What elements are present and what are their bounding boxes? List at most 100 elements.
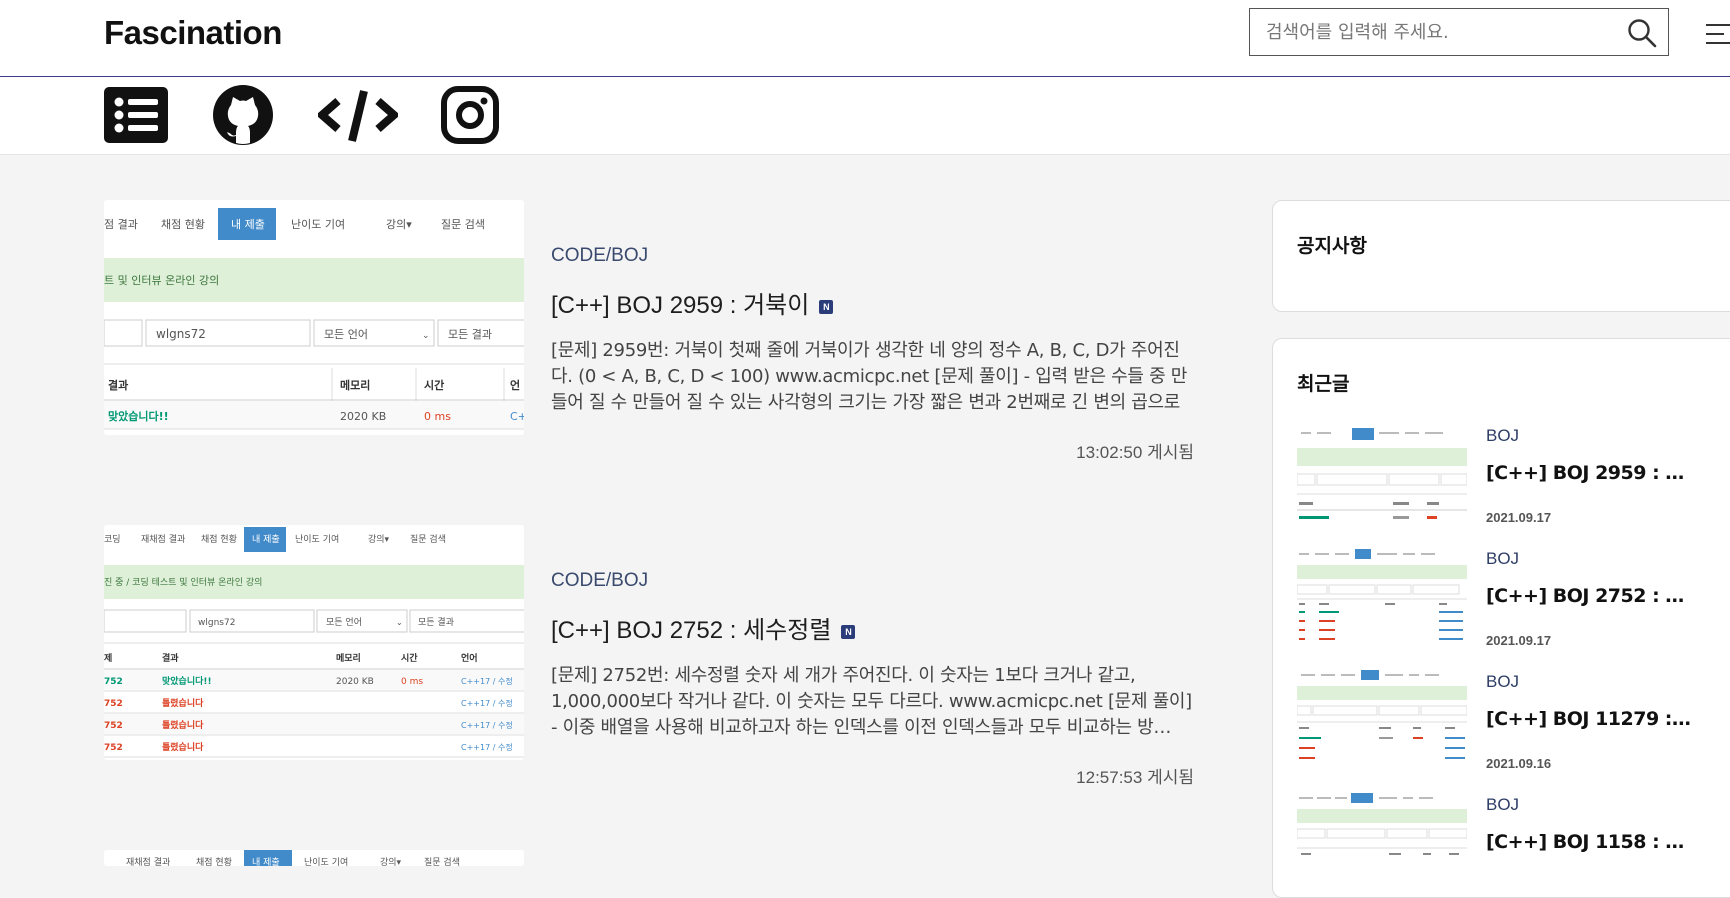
recent-post-thumbnail[interactable] [1297, 670, 1467, 775]
recent-post-date: 2021.09.17 [1486, 633, 1552, 648]
new-badge: N [819, 300, 834, 314]
thumb-filter-lang: 모든 언어 [326, 616, 362, 628]
recent-post-date: 2021.09.17 [1486, 510, 1552, 525]
search-input[interactable] [1250, 9, 1620, 55]
recent-post-category[interactable]: BOJ [1486, 795, 1519, 815]
notice-card: 공지사항 [1272, 200, 1730, 312]
thumb-cell: 752 [104, 743, 123, 753]
svg-text:⌄: ⌄ [396, 618, 403, 627]
post-time: 13:02:50 게시됨 [1076, 443, 1194, 462]
new-badge: N [841, 625, 856, 639]
thumb-banner: 진 중 / 코딩 테스트 및 인터뷰 온라인 강의 [104, 576, 262, 588]
thumb-tab: 난이도 기여 [295, 533, 339, 545]
search-box [1249, 8, 1669, 56]
thumb-cell: 752 [104, 699, 123, 709]
thumb-column: 결과 [162, 652, 179, 664]
thumb-cell: C++17 / 수정 [461, 676, 513, 686]
thumb-tab: 질문 검색 [441, 218, 485, 231]
post-thumbnail[interactable]: 재채점 결과 채점 현황 내 제출 난이도 기여 강의▾ 질문 검색 [104, 850, 524, 866]
thumb-tab: 질문 검색 [410, 533, 446, 545]
thumb-tab: 채점 현황 [161, 218, 205, 231]
recent-post-category[interactable]: BOJ [1486, 549, 1519, 569]
thumb-cell: 틀렸습니다 [162, 719, 204, 731]
recent-post-thumbnail[interactable] [1297, 424, 1467, 529]
thumb-cell: 2020 KB [340, 410, 386, 423]
thumb-column: 시간 [424, 378, 444, 392]
thumb-filter-user: wlgns72 [156, 327, 206, 341]
post-item[interactable]: 코딩 재채점 결과 채점 현황 내 제출 난이도 기여 강의▾ 질문 검색 진 … [104, 525, 1194, 787]
thumb-filter-lang: 모든 언어 [324, 328, 368, 341]
post-excerpt: [문제] 2959번: 거북이 첫째 줄에 거북이가 생각한 네 양의 정수 A… [551, 340, 1188, 413]
thumb-column: 제 [104, 652, 112, 664]
thumb-tab: 채점 현황 [196, 856, 232, 866]
thumb-filter-result: 모든 결과 [418, 617, 454, 628]
thumb-cell: 틀렸습니다 [162, 697, 204, 709]
thumb-filter-result: 모든 결과 [448, 328, 492, 341]
hamburger-menu-icon[interactable] [1700, 20, 1730, 48]
instagram-icon[interactable] [438, 83, 502, 147]
thumb-cell: 752 [104, 721, 123, 731]
thumb-tab: 난이도 기여 [304, 856, 348, 866]
thumb-tab: 재채점 결과 [126, 856, 170, 866]
thumb-tab: 내 제출 [252, 534, 280, 545]
recent-post-item[interactable]: BOJ [C++] BOJ 1158 : 요세푸스 문제 [1297, 793, 1717, 866]
thumb-column: 메모리 [336, 652, 361, 664]
recent-post-category[interactable]: BOJ [1486, 672, 1519, 692]
thumb-tab: 강의▾ [380, 857, 402, 866]
icon-bar [0, 77, 1730, 155]
recent-post-category[interactable]: BOJ [1486, 426, 1519, 446]
recent-post-thumbnail[interactable] [1297, 793, 1467, 866]
thumb-cell: 2020 KB [336, 677, 374, 687]
thumb-tab: 강의▾ [368, 534, 390, 545]
thumb-cell: 틀렸습니다 [162, 741, 204, 753]
recent-post-thumbnail[interactable] [1297, 547, 1467, 652]
notice-title: 공지사항 [1297, 235, 1367, 257]
code-icon[interactable] [315, 83, 401, 147]
thumb-column: 언어 [461, 652, 478, 664]
thumb-cell: 752 [104, 677, 123, 687]
recent-post-item[interactable]: BOJ [C++] BOJ 2959 : 거북이 2021.09.17 [1297, 424, 1717, 542]
recent-post-title[interactable]: [C++] BOJ 11279 : 최대힙 [1486, 704, 1696, 731]
post-item[interactable]: 재채점 결과 채점 현황 내 제출 난이도 기여 강의▾ 질문 검색 [104, 850, 1194, 866]
post-item[interactable]: 점 결과 채점 현황 내 제출 난이도 기여 강의▾ 질문 검색 트 및 인터뷰… [104, 200, 1194, 462]
post-category[interactable]: CODE/BOJ [551, 570, 648, 592]
thumb-column: 언 [510, 379, 520, 392]
thumb-tab: 채점 현황 [201, 533, 237, 545]
thumb-cell: 0 ms [401, 677, 423, 687]
post-excerpt: [문제] 2752번: 세수정렬 숫자 세 개가 주어진다. 이 숫자는 1보다… [551, 665, 1192, 738]
thumb-tab: 코딩 [104, 534, 121, 545]
search-icon[interactable] [1626, 17, 1658, 49]
post-thumbnail[interactable]: 점 결과 채점 현황 내 제출 난이도 기여 강의▾ 질문 검색 트 및 인터뷰… [104, 200, 524, 435]
post-category[interactable]: CODE/BOJ [551, 245, 648, 267]
post-title-text[interactable]: [C++] BOJ 2752 : 세수정렬 [551, 617, 831, 644]
category-list-icon[interactable] [104, 83, 168, 147]
thumb-tab: 점 결과 [104, 218, 138, 231]
post-title-text[interactable]: [C++] BOJ 2959 : 거북이 [551, 292, 809, 319]
thumb-tab: 난이도 기여 [291, 218, 345, 231]
thumb-cell: 맞았습니다!! [108, 409, 169, 423]
thumb-cell: C+ [510, 410, 524, 423]
recent-post-title[interactable]: [C++] BOJ 2752 : 세수정렬 [1486, 581, 1696, 608]
top-header: Fascination [0, 0, 1730, 77]
thumb-cell: 0 ms [424, 410, 451, 423]
post-title[interactable]: [C++] BOJ 2959 : 거북이 N [551, 285, 834, 320]
thumb-cell: C++17 / 수정 [461, 698, 513, 708]
recent-post-title[interactable]: [C++] BOJ 1158 : 요세푸스 문제 [1486, 827, 1696, 854]
thumb-cell: C++17 / 수정 [461, 720, 513, 730]
thumb-cell: 맞았습니다!! [162, 675, 212, 687]
github-icon[interactable] [211, 83, 275, 147]
post-title[interactable]: [C++] BOJ 2752 : 세수정렬 N [551, 610, 856, 645]
blog-title[interactable]: Fascination [104, 14, 282, 52]
thumb-tab: 재채점 결과 [141, 533, 185, 545]
thumb-tab: 질문 검색 [424, 856, 460, 866]
thumb-tab: 내 제출 [252, 857, 280, 866]
thumb-filter-user: wlgns72 [198, 618, 235, 628]
thumb-tab: 내 제출 [231, 218, 265, 231]
recent-post-title[interactable]: [C++] BOJ 2959 : 거북이 [1486, 458, 1696, 485]
thumb-column: 메모리 [340, 378, 370, 392]
recent-post-item[interactable]: BOJ [C++] BOJ 2752 : 세수정렬 2021.09.17 [1297, 547, 1717, 665]
recent-title: 최근글 [1297, 373, 1350, 395]
thumb-banner: 트 및 인터뷰 온라인 강의 [104, 274, 219, 287]
recent-post-item[interactable]: BOJ [C++] BOJ 11279 : 최대힙 2021.09.16 [1297, 670, 1717, 788]
post-thumbnail[interactable]: 코딩 재채점 결과 채점 현황 내 제출 난이도 기여 강의▾ 질문 검색 진 … [104, 525, 524, 760]
